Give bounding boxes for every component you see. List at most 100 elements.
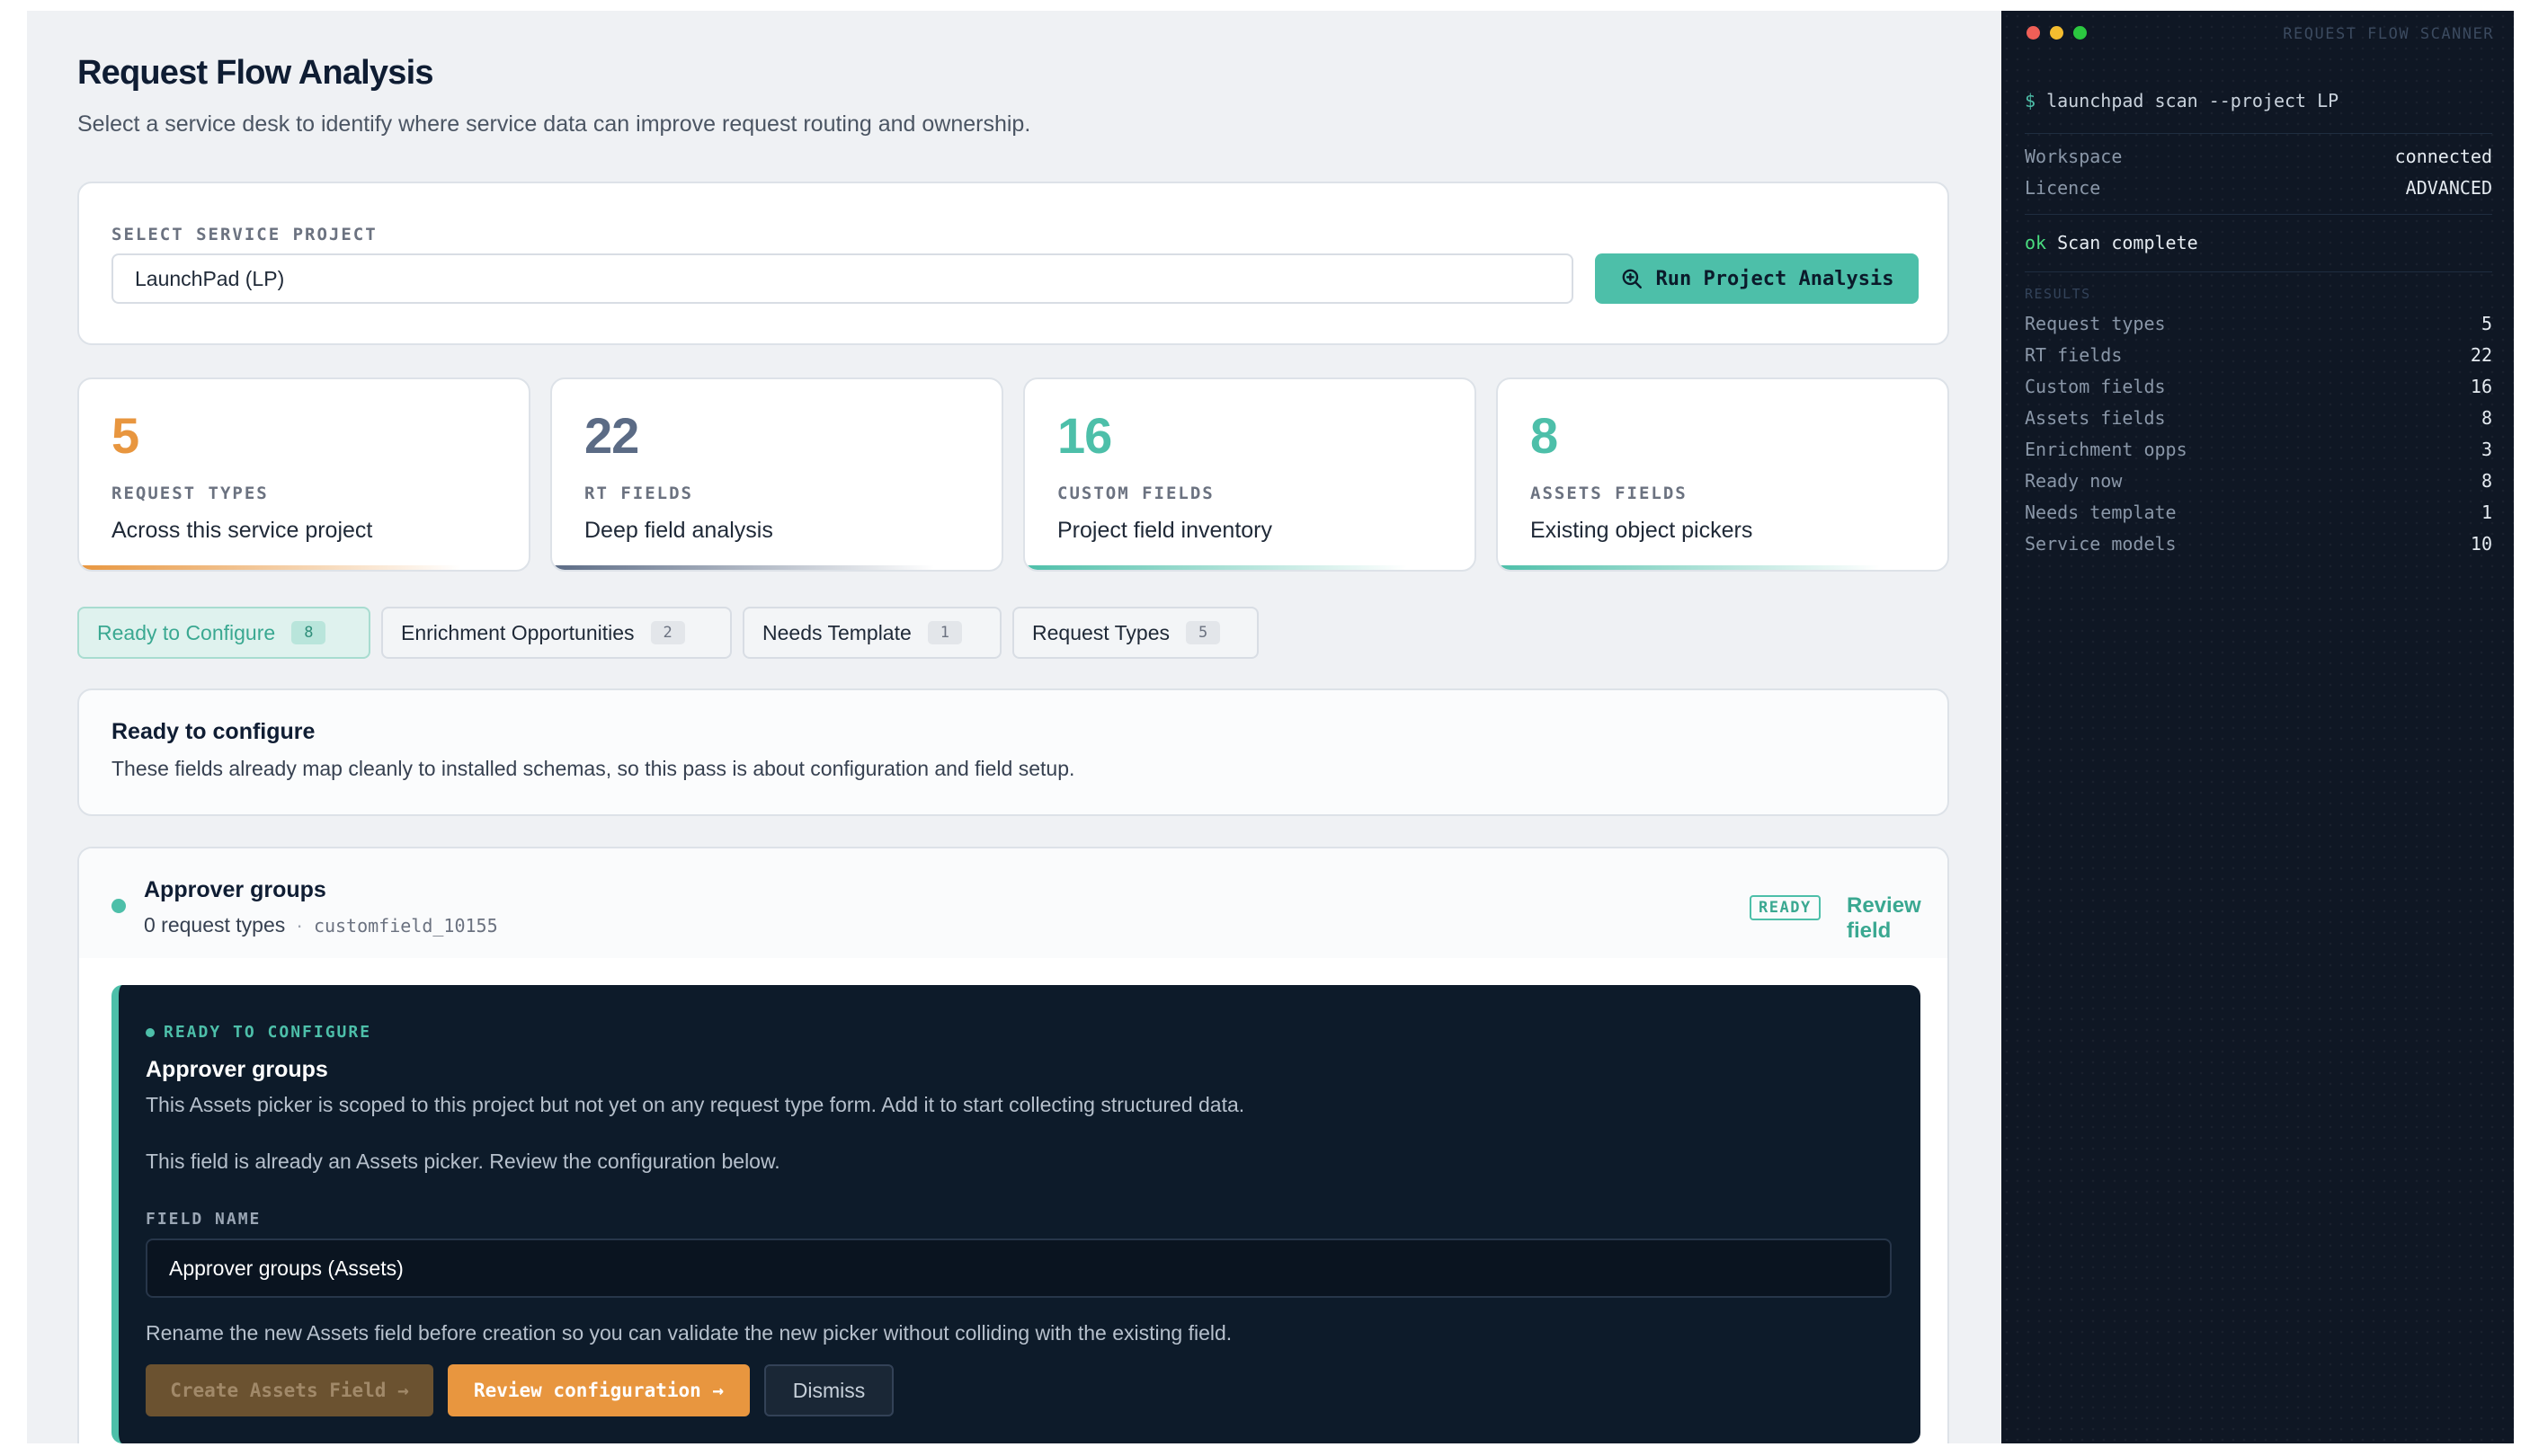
- env-row-licence: Licence ADVANCED: [2025, 177, 2492, 199]
- result-value: 16: [2470, 376, 2492, 397]
- result-value: 8: [2481, 407, 2492, 429]
- scanner-terminal: REQUEST FLOW SCANNER $ launchpad scan --…: [2001, 11, 2514, 1443]
- result-row: Needs template 1: [2025, 502, 2492, 523]
- field-meta: 0 request types · customfield_10155: [144, 913, 498, 937]
- tab-label: Needs Template: [762, 620, 912, 644]
- stat-card-assets-fields: 8 ASSETS FIELDS Existing object pickers: [1496, 377, 1949, 572]
- scan-status-line: ok Scan complete: [2025, 232, 2198, 253]
- meta-separator: ·: [296, 913, 303, 937]
- panel-note: This field is already an Assets picker. …: [146, 1150, 780, 1173]
- run-analysis-button[interactable]: Run Project Analysis: [1595, 253, 1919, 304]
- create-assets-field-button[interactable]: Create Assets Field →: [146, 1364, 433, 1416]
- window-controls: [2027, 26, 2087, 40]
- result-key: Request types: [2025, 313, 2166, 334]
- section-info-card: Ready to configure These fields already …: [77, 688, 1949, 816]
- panel-description: This Assets picker is scoped to this pro…: [146, 1093, 1245, 1116]
- result-key: Enrichment opps: [2025, 439, 2187, 460]
- result-key: Assets fields: [2025, 407, 2166, 429]
- panel-title: Approver groups: [146, 1057, 328, 1082]
- tab-label: Ready to Configure: [97, 620, 276, 644]
- divider: [2025, 271, 2492, 272]
- stat-accent-bar: [1498, 565, 1880, 570]
- dismiss-button[interactable]: Dismiss: [764, 1364, 894, 1416]
- result-key: Custom fields: [2025, 376, 2166, 397]
- tab-needs-template[interactable]: Needs Template 1: [743, 607, 1002, 659]
- page-title: Request Flow Analysis: [77, 54, 433, 92]
- minimize-window-dot[interactable]: [2050, 26, 2063, 40]
- request-type-count: 0 request types: [144, 913, 286, 937]
- result-value: 1: [2481, 502, 2492, 523]
- result-row: Ready now 8: [2025, 470, 2492, 492]
- maximize-window-dot[interactable]: [2073, 26, 2087, 40]
- stat-label: REQUEST TYPES: [111, 484, 269, 503]
- tab-enrichment-opportunities[interactable]: Enrichment Opportunities 2: [381, 607, 732, 659]
- tab-ready-to-configure[interactable]: Ready to Configure 8: [77, 607, 370, 659]
- result-row: Assets fields 8: [2025, 407, 2492, 429]
- stat-card-request-types: 5 REQUEST TYPES Across this service proj…: [77, 377, 530, 572]
- result-value: 5: [2481, 313, 2492, 334]
- env-key: Workspace: [2025, 146, 2123, 167]
- terminal-command-line: $ launchpad scan --project LP: [2025, 90, 2338, 111]
- main-content: Request Flow Analysis Select a service d…: [27, 11, 2001, 1443]
- env-value: ADVANCED: [2405, 177, 2492, 199]
- stat-description: Project field inventory: [1057, 518, 1273, 543]
- result-row: Custom fields 16: [2025, 376, 2492, 397]
- status-dot: [146, 1027, 155, 1037]
- env-key: Licence: [2025, 177, 2101, 199]
- stat-accent-bar: [1025, 565, 1407, 570]
- field-name-input[interactable]: Approver groups (Assets): [146, 1238, 1892, 1298]
- status-dot: [111, 899, 126, 913]
- prompt-symbol: $: [2025, 90, 2036, 111]
- status-text: Scan complete: [2057, 232, 2198, 253]
- stat-description: Across this service project: [111, 518, 373, 543]
- section-description: These fields already map cleanly to inst…: [111, 757, 1075, 780]
- page-subtitle: Select a service desk to identify where …: [77, 111, 1031, 137]
- env-value: connected: [2394, 146, 2492, 167]
- result-value: 8: [2481, 470, 2492, 492]
- tab-label: Enrichment Opportunities: [401, 620, 635, 644]
- review-configuration-button[interactable]: Review configuration →: [448, 1364, 750, 1416]
- field-row-header[interactable]: Approver groups 0 request types · custom…: [79, 848, 1947, 958]
- stat-card-rt-fields: 22 RT FIELDS Deep field analysis: [550, 377, 1003, 572]
- stat-card-custom-fields: 16 CUSTOM FIELDS Project field inventory: [1023, 377, 1476, 572]
- field-id: customfield_10155: [313, 914, 498, 937]
- tab-count-badge: 2: [650, 621, 685, 644]
- search-zoom-icon: [1622, 269, 1642, 289]
- project-select-input[interactable]: LaunchPad (LP): [111, 253, 1573, 304]
- field-name-hint: Rename the new Assets field before creat…: [146, 1321, 1233, 1345]
- divider: [2025, 133, 2492, 134]
- review-field-link[interactable]: Review field: [1847, 893, 1947, 944]
- tab-count-badge: 1: [927, 621, 963, 644]
- tab-count-badge: 8: [291, 621, 326, 644]
- status-ok: ok: [2025, 232, 2047, 253]
- result-value: 10: [2470, 533, 2492, 555]
- stat-description: Existing object pickers: [1530, 518, 1753, 543]
- run-analysis-label: Run Project Analysis: [1655, 267, 1894, 290]
- stat-accent-bar: [79, 565, 461, 570]
- stat-value: 8: [1530, 407, 1558, 464]
- stat-value: 22: [584, 407, 639, 464]
- result-row: RT fields 22: [2025, 344, 2492, 366]
- env-row-workspace: Workspace connected: [2025, 146, 2492, 167]
- stat-label: ASSETS FIELDS: [1530, 484, 1688, 503]
- result-row: Service models 10: [2025, 533, 2492, 555]
- tab-request-types[interactable]: Request Types 5: [1012, 607, 1259, 659]
- project-selector-label: SELECT SERVICE PROJECT: [111, 225, 378, 244]
- project-selector-card: SELECT SERVICE PROJECT LaunchPad (LP) Ru…: [77, 182, 1949, 345]
- result-key: Ready now: [2025, 470, 2123, 492]
- field-card: Approver groups 0 request types · custom…: [77, 847, 1949, 1443]
- result-value: 22: [2470, 344, 2492, 366]
- stat-label: CUSTOM FIELDS: [1057, 484, 1215, 503]
- terminal-title: REQUEST FLOW SCANNER: [2283, 25, 2494, 43]
- close-window-dot[interactable]: [2027, 26, 2040, 40]
- panel-tag-label: READY TO CONFIGURE: [164, 1023, 372, 1042]
- terminal-command: launchpad scan --project LP: [2046, 90, 2339, 111]
- stat-value: 5: [111, 407, 139, 464]
- section-heading: Ready to configure: [111, 719, 316, 744]
- field-name-label: FIELD NAME: [146, 1210, 262, 1229]
- result-value: 3: [2481, 439, 2492, 460]
- stat-label: RT FIELDS: [584, 484, 693, 503]
- tab-count-badge: 5: [1186, 621, 1221, 644]
- result-row: Request types 5: [2025, 313, 2492, 334]
- results-label: RESULTS: [2025, 286, 2091, 302]
